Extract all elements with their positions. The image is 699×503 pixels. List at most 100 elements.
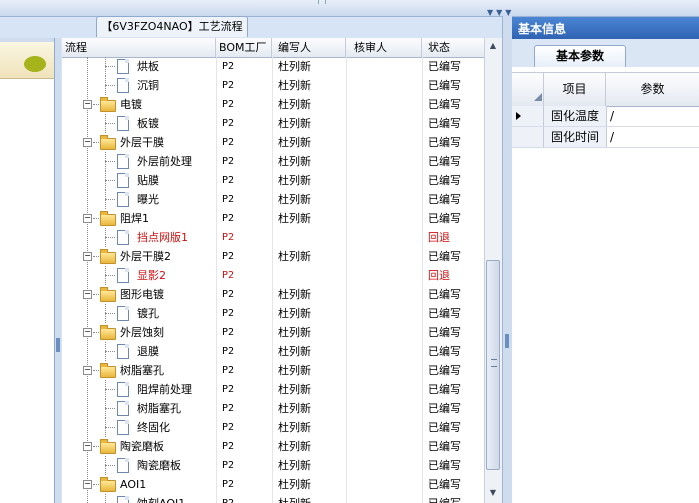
process-name: 曝光: [137, 193, 159, 206]
status: 已编写: [428, 402, 461, 415]
column-header-writer[interactable]: 编写人: [272, 38, 346, 57]
table-row[interactable]: 板镀 P2 杜列新 已编写: [62, 114, 484, 133]
table-row[interactable]: 陶瓷磨板 P2 杜列新 已编写: [62, 456, 484, 475]
splitter-grip-icon[interactable]: [318, 0, 326, 4]
process-name: 外层蚀刻: [120, 326, 164, 339]
process-name: 陶瓷磨板: [137, 459, 181, 472]
collapse-toggle-icon[interactable]: −: [83, 138, 92, 147]
document-tab[interactable]: 【6V3FZO4NAO】工艺流程: [96, 16, 248, 37]
table-row[interactable]: 镀孔 P2 杜列新 已编写: [62, 304, 484, 323]
splitter-knob-icon[interactable]: [505, 334, 509, 348]
table-row[interactable]: − 阻焊1 P2 杜列新 已编写: [62, 209, 484, 228]
folder-icon: [100, 287, 116, 302]
scrollbar-thumb[interactable]: [486, 260, 500, 470]
process-name: 电镀: [120, 98, 142, 111]
param-value[interactable]: /: [610, 127, 614, 147]
chat-bubble-icon[interactable]: [24, 56, 46, 72]
document-icon: [117, 420, 129, 435]
param-row[interactable]: 固化时间 /: [512, 127, 699, 148]
tree-branch-line: [93, 104, 99, 105]
collapse-toggle-icon[interactable]: −: [83, 442, 92, 451]
table-row[interactable]: − 外层干膜2 P2 杜列新 已编写: [62, 247, 484, 266]
tree-branch-line: [105, 85, 115, 86]
folder-icon: [100, 249, 116, 264]
param-header-item[interactable]: 项目: [544, 73, 606, 106]
tab-basic-params[interactable]: 基本参数: [534, 45, 626, 69]
collapse-toggle-icon[interactable]: −: [83, 366, 92, 375]
status: 已编写: [428, 478, 461, 491]
bom-factory: P2: [222, 403, 235, 414]
table-row[interactable]: − 外层蚀刻 P2 杜列新 已编写: [62, 323, 484, 342]
collapse-toggle-icon[interactable]: −: [83, 214, 92, 223]
vertical-scrollbar[interactable]: ▲ ▼: [484, 38, 502, 503]
status: 已编写: [428, 79, 461, 92]
table-row[interactable]: 挡点网版1 P2 回退: [62, 228, 484, 247]
left-panel-bar: [0, 42, 54, 79]
document-icon: [117, 78, 129, 93]
table-row[interactable]: 终固化 P2 杜列新 已编写: [62, 418, 484, 437]
param-row[interactable]: 固化温度 /: [512, 106, 699, 127]
collapse-toggle-icon[interactable]: −: [83, 100, 92, 109]
status: 已编写: [428, 345, 461, 358]
collapse-toggle-icon[interactable]: −: [83, 328, 92, 337]
tree-branch-line: [105, 408, 115, 409]
bom-factory: P2: [222, 213, 235, 224]
process-name: 图形电镀: [120, 288, 164, 301]
param-grid-header: 项目 参数: [512, 72, 699, 107]
table-row[interactable]: 显影2 P2 回退: [62, 266, 484, 285]
process-name: 外层干膜: [120, 136, 164, 149]
right-panel-title: 基本信息: [512, 17, 699, 39]
table-row[interactable]: 树脂塞孔 P2 杜列新 已编写: [62, 399, 484, 418]
folder-icon: [100, 135, 116, 150]
status: 已编写: [428, 174, 461, 187]
tree-branch-line: [93, 218, 99, 219]
table-row[interactable]: − AOI1 P2 杜列新 已编写: [62, 475, 484, 494]
table-row[interactable]: 外层前处理 P2 杜列新 已编写: [62, 152, 484, 171]
writer: 杜列新: [278, 478, 311, 491]
status: 已编写: [428, 421, 461, 434]
tree-branch-line: [105, 313, 115, 314]
table-row[interactable]: 蚀刻AOI1 P2 杜列新 已编写: [62, 494, 484, 503]
param-header-value[interactable]: 参数: [606, 73, 699, 106]
tree-branch-line: [105, 465, 115, 466]
status: 回退: [428, 269, 450, 282]
column-header-reviewer[interactable]: 核审人: [346, 38, 422, 57]
table-row[interactable]: − 陶瓷磨板 P2 杜列新 已编写: [62, 437, 484, 456]
scroll-up-icon[interactable]: ▲: [486, 39, 500, 53]
scroll-down-icon[interactable]: ▼: [486, 486, 500, 500]
table-row[interactable]: − 外层干膜 P2 杜列新 已编写: [62, 133, 484, 152]
folder-icon: [100, 97, 116, 112]
column-header-bom[interactable]: BOM工厂: [216, 38, 272, 57]
left-splitter[interactable]: [55, 38, 61, 503]
writer: 杜列新: [278, 421, 311, 434]
status: 已编写: [428, 117, 461, 130]
collapse-toggle-icon[interactable]: −: [83, 252, 92, 261]
document-icon: [117, 59, 129, 74]
table-row[interactable]: − 图形电镀 P2 杜列新 已编写: [62, 285, 484, 304]
table-row[interactable]: − 树脂塞孔 P2 杜列新 已编写: [62, 361, 484, 380]
table-row[interactable]: 退膜 P2 杜列新 已编写: [62, 342, 484, 361]
column-header-status[interactable]: 状态: [422, 38, 484, 57]
collapse-toggle-icon[interactable]: −: [83, 480, 92, 489]
right-panel-title-text: 基本信息: [518, 22, 567, 36]
writer: 杜列新: [278, 117, 311, 130]
right-splitter[interactable]: [502, 16, 512, 503]
row-selector[interactable]: [512, 127, 544, 147]
table-row[interactable]: 烘板 P2 杜列新 已编写: [62, 57, 484, 76]
row-selector[interactable]: [512, 106, 544, 126]
param-value[interactable]: /: [610, 106, 614, 126]
table-row[interactable]: − 电镀 P2 杜列新 已编写: [62, 95, 484, 114]
table-row[interactable]: 沉铜 P2 杜列新 已编写: [62, 76, 484, 95]
tree-branch-line: [105, 275, 115, 276]
column-header-process[interactable]: 流程: [62, 38, 216, 57]
splitter-knob-icon[interactable]: [56, 338, 60, 352]
collapse-toggle-icon[interactable]: −: [83, 290, 92, 299]
process-name: 树脂塞孔: [120, 364, 164, 377]
table-row[interactable]: 曝光 P2 杜列新 已编写: [62, 190, 484, 209]
table-row[interactable]: 贴膜 P2 杜列新 已编写: [62, 171, 484, 190]
bom-factory: P2: [222, 270, 235, 281]
tree-branch-line: [93, 332, 99, 333]
right-panel-tabs: 基本参数: [512, 39, 699, 69]
table-row[interactable]: 阻焊前处理 P2 杜列新 已编写: [62, 380, 484, 399]
process-grid[interactable]: 流程 BOM工厂 编写人 核审人 状态 烘板 P2 杜列新 已编写 沉铜 P2 杜列新 已编写…: [62, 38, 484, 503]
